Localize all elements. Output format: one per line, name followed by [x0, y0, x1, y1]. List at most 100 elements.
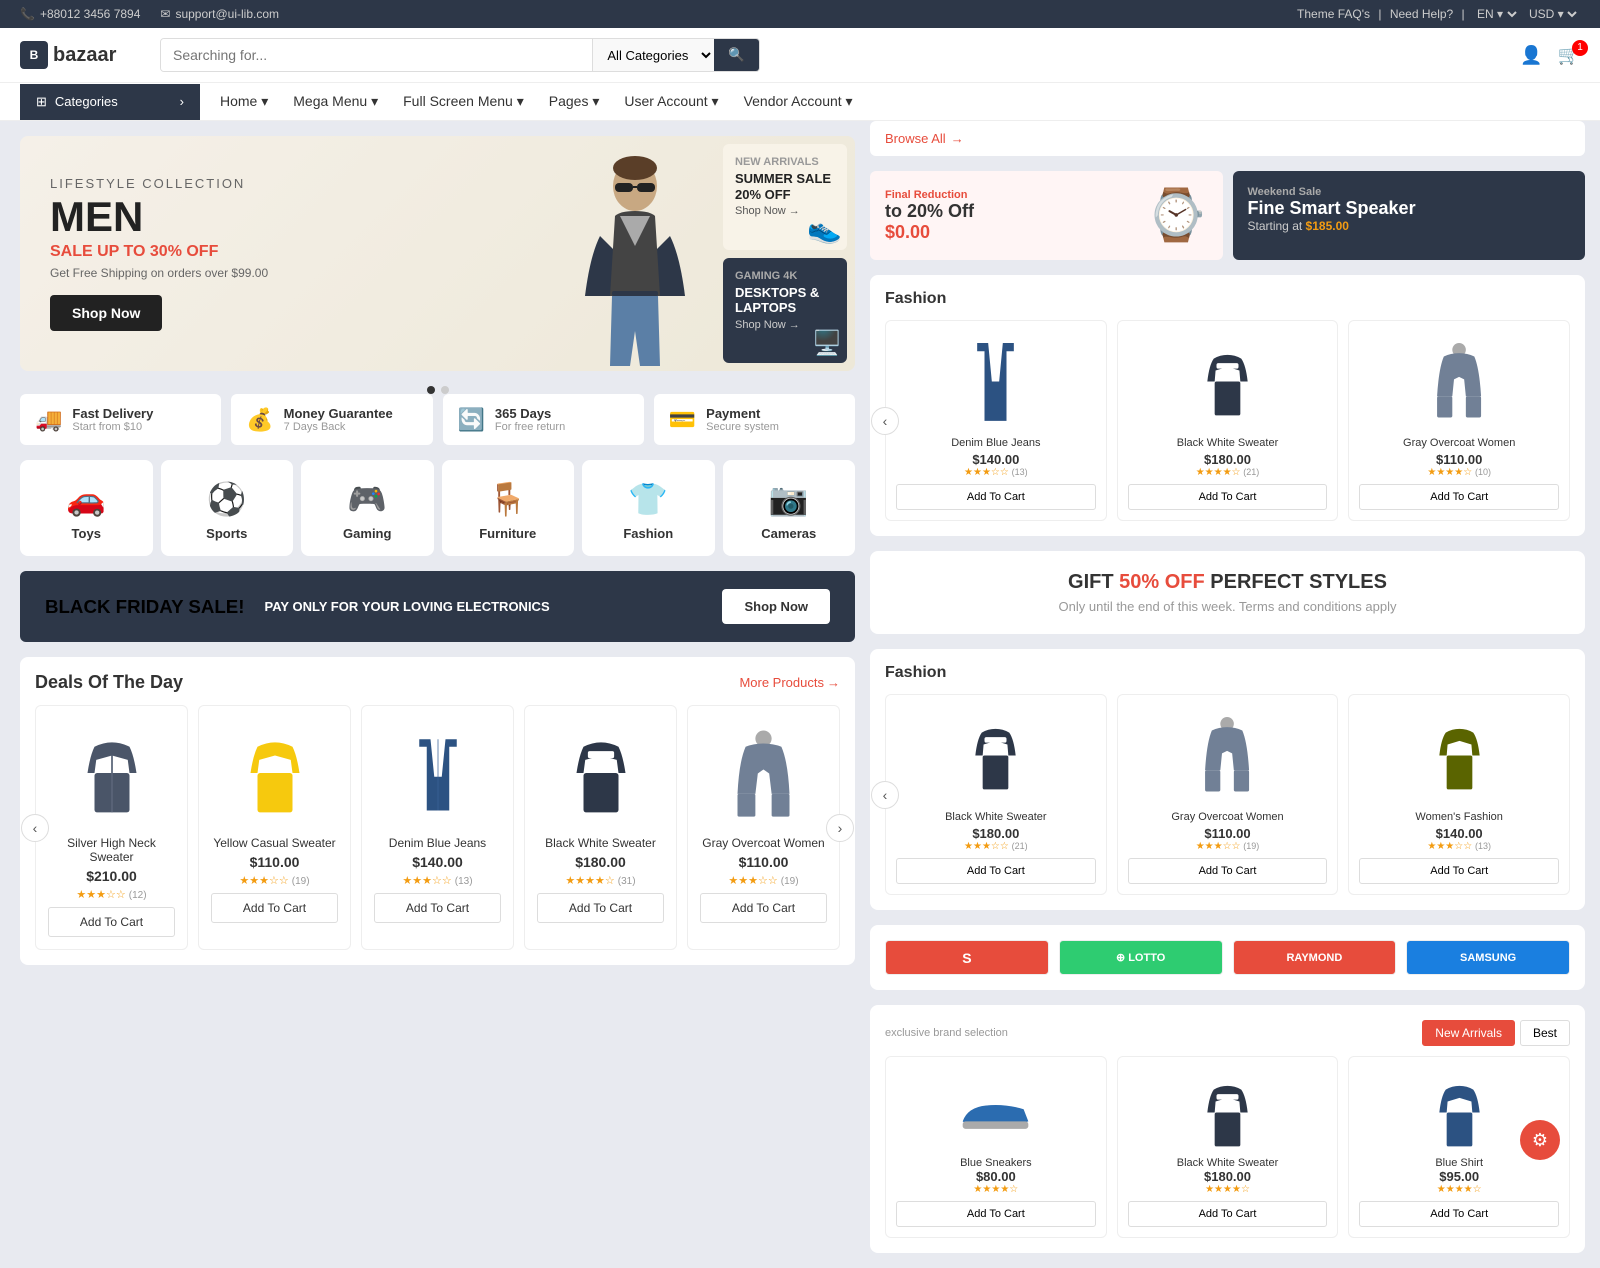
rp-cart-sweater[interactable]: Add To Cart [1128, 484, 1328, 510]
bp-name-sneakers: Blue Sneakers [960, 1157, 1032, 1169]
add-to-cart-2[interactable]: Add To Cart [211, 893, 338, 923]
category-toys[interactable]: 🚗 Toys [20, 460, 153, 556]
tab-best[interactable]: Best [1520, 1020, 1570, 1046]
brand-lotto: ⊕ LOTTO [1059, 940, 1223, 975]
product-price-1: $210.00 [86, 868, 137, 884]
brands-grid: S ⊕ LOTTO RAYMOND SAMSUNG [885, 940, 1570, 975]
bp-price-sneakers: $80.00 [976, 1169, 1016, 1184]
category-gaming[interactable]: 🎮 Gaming [301, 460, 434, 556]
product-price-5: $110.00 [739, 854, 789, 870]
sneaker-icon: 👟 [807, 212, 842, 245]
rp2-price-1: $180.00 [972, 826, 1019, 841]
nav-vendor-account[interactable]: Vendor Account ▾ [744, 93, 853, 110]
furniture-icon: 🪑 [488, 480, 528, 518]
product-card-3: Denim Blue Jeans $140.00 ★★★☆☆ (13) Add … [361, 705, 514, 950]
rp2-cart-3[interactable]: Add To Cart [1359, 858, 1559, 884]
delivery-icon: 🚚 [35, 407, 62, 433]
brand-s: S [885, 940, 1049, 975]
rp-name-jeans: Denim Blue Jeans [951, 437, 1040, 449]
product-image-1 [48, 718, 175, 828]
rp-cart-overcoat[interactable]: Add To Cart [1359, 484, 1559, 510]
fashion2-products-grid: Black White Sweater $180.00 ★★★☆☆ (21) A… [885, 694, 1570, 895]
fashion-prev-button[interactable]: ‹ [871, 407, 899, 435]
cameras-label: Cameras [761, 526, 816, 541]
bp-card-sweater2: Black White Sweater $180.00 ★★★★☆ Add To… [1117, 1056, 1339, 1238]
theme-faq-link[interactable]: Theme FAQ's [1297, 7, 1370, 21]
gaming-label: Gaming [343, 526, 391, 541]
payment-icon: 💳 [669, 407, 696, 433]
bottom-products-section: exclusive brand selection New Arrivals B… [870, 1005, 1585, 1253]
right-panel: Browse All → Final Reduction to 20% Off … [870, 121, 1600, 1268]
rp2-card-1: Black White Sweater $180.00 ★★★☆☆ (21) A… [885, 694, 1107, 895]
product-stars-5: ★★★☆☆ (19) [728, 874, 798, 887]
fashion2-prev-button[interactable]: ‹ [871, 781, 899, 809]
nav-pages[interactable]: Pages ▾ [549, 93, 600, 110]
product-name-5: Gray Overcoat Women [702, 836, 824, 850]
tab-new-arrivals[interactable]: New Arrivals [1422, 1020, 1515, 1046]
days-icon: 🔄 [458, 407, 485, 433]
browse-all-link[interactable]: Browse All → [885, 131, 964, 146]
days-sub: For free return [495, 421, 565, 433]
category-grid: 🚗 Toys ⚽ Sports 🎮 Gaming 🪑 Furniture 👕 F… [20, 460, 855, 556]
bp-cart-shirt[interactable]: Add To Cart [1359, 1201, 1559, 1227]
computer-icon: 🖥️ [812, 329, 842, 358]
weekend-tag: Weekend Sale [1248, 186, 1571, 198]
category-furniture[interactable]: 🪑 Furniture [442, 460, 575, 556]
fast-delivery-sub: Start from $10 [72, 421, 153, 433]
nav-user-account[interactable]: User Account ▾ [624, 93, 718, 110]
nav-mega-menu[interactable]: Mega Menu ▾ [293, 93, 378, 110]
add-to-cart-4[interactable]: Add To Cart [537, 893, 664, 923]
gaming-title: DESKTOPS & LAPTOPS [735, 285, 835, 316]
add-to-cart-5[interactable]: Add To Cart [700, 893, 827, 923]
rp2-cart-1[interactable]: Add To Cart [896, 858, 1096, 884]
sale-percent: 30% OFF [150, 243, 218, 260]
dot-2[interactable] [441, 386, 449, 394]
category-select[interactable]: All Categories [592, 39, 714, 71]
bf-shop-now-button[interactable]: Shop Now [722, 589, 830, 624]
user-icon[interactable]: 👤 [1520, 45, 1542, 66]
search-input[interactable] [161, 39, 592, 71]
categories-menu[interactable]: ⊞ Categories › [20, 84, 200, 120]
settings-fab[interactable]: ⚙ [1520, 1120, 1560, 1160]
top-bar: 📞 +88012 3456 7894 ✉ support@ui-lib.com … [0, 0, 1600, 28]
logo: B bazaar [20, 41, 140, 69]
search-button[interactable]: 🔍 [714, 39, 759, 71]
bp-cart-sneakers[interactable]: Add To Cart [896, 1201, 1096, 1227]
bottom-products-grid: Blue Sneakers $80.00 ★★★★☆ Add To Cart B [885, 1056, 1570, 1238]
bottom-products-header: exclusive brand selection New Arrivals B… [885, 1020, 1570, 1046]
watch-icon: ⌚ [1145, 186, 1207, 245]
fashion-products-top: Fashion ‹ Denim Blue Jeans $140.00 ★★★☆☆… [870, 275, 1585, 536]
days-title: 365 Days [495, 406, 565, 421]
cart-icon[interactable]: 🛒 1 [1558, 45, 1580, 66]
deals-prev-button[interactable]: ‹ [21, 814, 49, 842]
hero-shop-now-button[interactable]: Shop Now [50, 295, 162, 331]
currency-select[interactable]: USD ▾ [1525, 6, 1580, 22]
bp-name-sweater2: Black White Sweater [1177, 1157, 1278, 1169]
chevron-right-icon: › [180, 94, 184, 109]
deals-next-button[interactable]: › [826, 814, 854, 842]
rp-cart-jeans[interactable]: Add To Cart [896, 484, 1096, 510]
nav-full-screen[interactable]: Full Screen Menu ▾ [403, 93, 524, 110]
bp-stars-sneakers: ★★★★☆ [973, 1184, 1018, 1195]
category-fashion[interactable]: 👕 Fashion [582, 460, 715, 556]
grid-icon: ⊞ [36, 94, 47, 110]
weekend-sale-banner: Weekend Sale Fine Smart Speaker Starting… [1233, 171, 1586, 260]
language-select[interactable]: EN ▾ [1473, 6, 1520, 22]
logo-icon: B [20, 41, 48, 69]
add-to-cart-3[interactable]: Add To Cart [374, 893, 501, 923]
category-sports[interactable]: ⚽ Sports [161, 460, 294, 556]
bp-price-sweater2: $180.00 [1204, 1169, 1251, 1184]
more-products-link[interactable]: More Products → [739, 675, 840, 690]
nav-home[interactable]: Home ▾ [220, 93, 268, 110]
dot-1[interactable] [427, 386, 435, 394]
need-help-link[interactable]: Need Help? [1390, 7, 1453, 21]
add-to-cart-1[interactable]: Add To Cart [48, 907, 175, 937]
deals-carousel: ‹ Silver High Neck Sweater $210.00 [35, 705, 840, 950]
category-cameras[interactable]: 📷 Cameras [723, 460, 856, 556]
bp-cart-sweater2[interactable]: Add To Cart [1128, 1201, 1328, 1227]
product-card-1: Silver High Neck Sweater $210.00 ★★★☆☆ (… [35, 705, 188, 950]
rp2-cart-2[interactable]: Add To Cart [1128, 858, 1328, 884]
main-content: LIFESTYLE COLLECTION MEN SALE UP TO 30% … [0, 121, 1600, 1268]
product-stars-1: ★★★☆☆ (12) [76, 888, 146, 901]
rp-card-overcoat: Gray Overcoat Women $110.00 ★★★★☆ (10) A… [1348, 320, 1570, 521]
